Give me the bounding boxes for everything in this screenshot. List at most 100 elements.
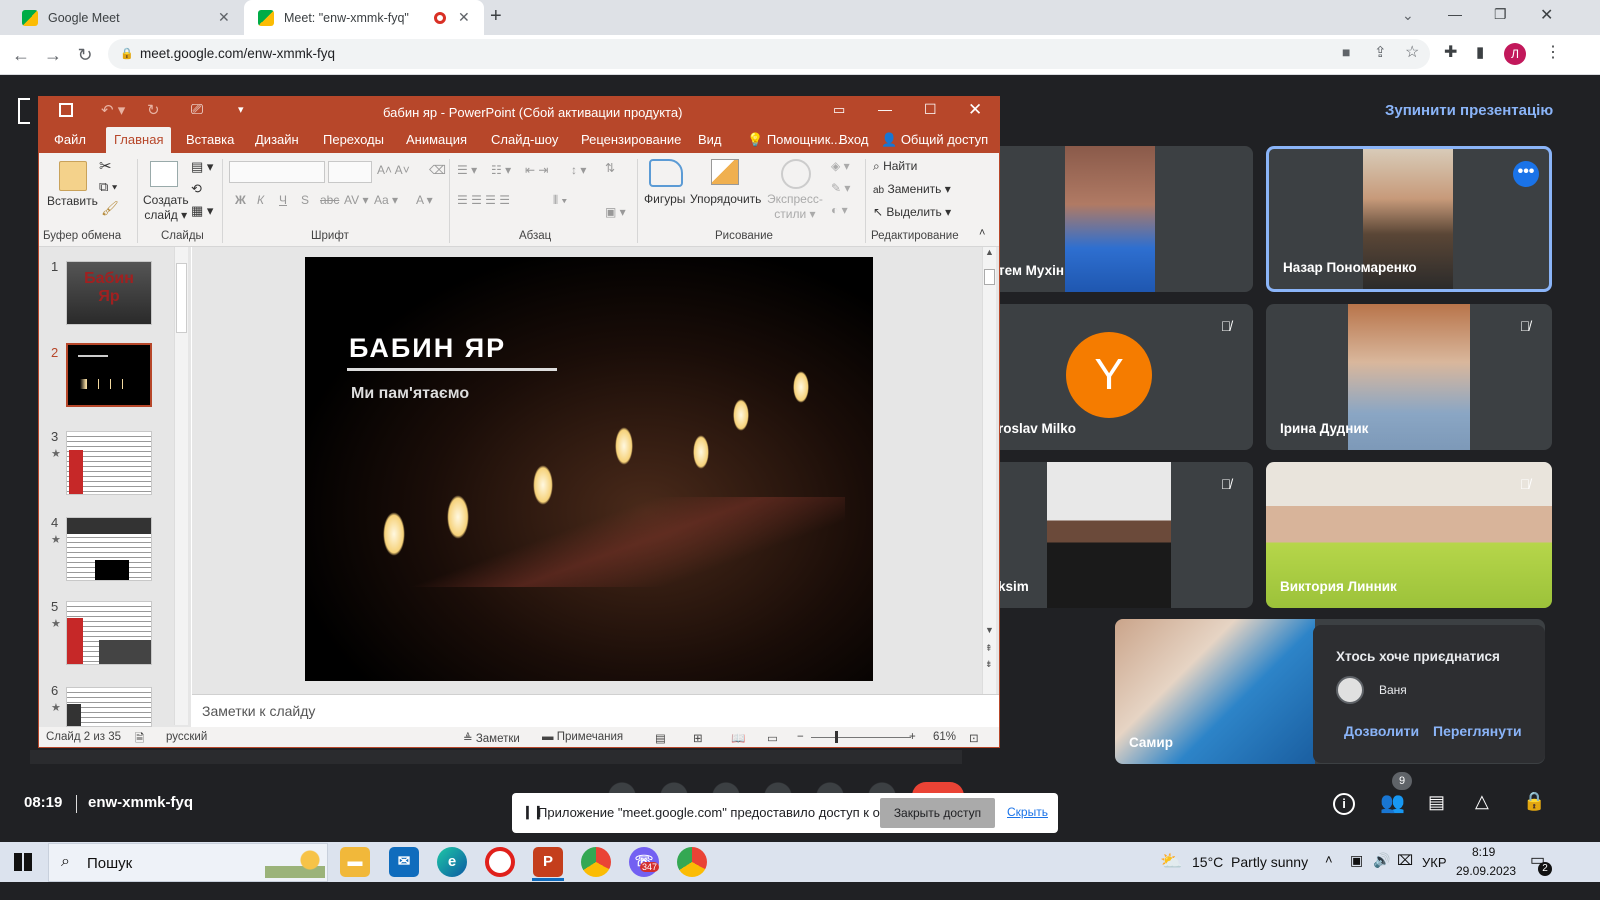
minimize-window-icon[interactable]: — bbox=[1448, 6, 1462, 22]
shape-outline-icon[interactable]: ✎ ▾ bbox=[831, 181, 850, 195]
paste-icon[interactable] bbox=[59, 161, 87, 191]
maximize-icon[interactable]: ☐ bbox=[924, 101, 937, 118]
participant-tile[interactable]: Y 🎙̸ roslav Milko bbox=[990, 304, 1253, 450]
reload-icon[interactable]: ↻ bbox=[74, 44, 96, 66]
mail-icon[interactable]: ✉ bbox=[389, 847, 419, 877]
columns-icon[interactable]: ⫴ ▾ bbox=[553, 193, 567, 208]
volume-icon[interactable]: 🔊 bbox=[1373, 852, 1390, 869]
fit-slide-icon[interactable]: ⊡ bbox=[969, 731, 979, 745]
hide-link[interactable]: Скрыть bbox=[1007, 805, 1048, 819]
slide-thumbnail-selected[interactable] bbox=[66, 343, 152, 407]
side-panel-icon[interactable]: ▮ bbox=[1476, 43, 1484, 61]
tab-file[interactable]: Файл bbox=[46, 127, 94, 153]
profile-avatar[interactable]: Л bbox=[1504, 43, 1526, 65]
select-button[interactable]: ↖ Выделить ▾ bbox=[873, 205, 951, 219]
keyboard-language[interactable]: УКР bbox=[1422, 855, 1447, 870]
shape-effects-icon[interactable]: ◐ ▾ bbox=[831, 203, 848, 217]
reset-icon[interactable]: ⟲ bbox=[191, 181, 202, 197]
new-tab-button[interactable]: + bbox=[490, 5, 502, 28]
minimize-icon[interactable]: — bbox=[878, 101, 892, 117]
new-slide-icon[interactable] bbox=[150, 161, 178, 187]
slideshow-start-icon[interactable]: ⎚ bbox=[191, 101, 203, 118]
grow-font-icon[interactable]: A˄ A˅ bbox=[377, 163, 410, 177]
arrange-icon[interactable] bbox=[711, 159, 739, 185]
zoom-out-icon[interactable]: − bbox=[797, 731, 804, 743]
arrange-button[interactable]: Упорядочить bbox=[690, 192, 761, 206]
powerpoint-taskbar-icon[interactable]: P bbox=[533, 847, 563, 877]
sign-in-button[interactable]: Вход bbox=[831, 127, 876, 153]
language-indicator[interactable]: русский bbox=[166, 731, 207, 743]
close-icon[interactable]: ✕ bbox=[968, 100, 982, 120]
text-direction-icon[interactable]: ⇅ bbox=[605, 161, 615, 175]
restore-window-icon[interactable]: ❐ bbox=[1494, 6, 1507, 23]
reading-view-icon[interactable]: 📖 bbox=[731, 731, 745, 745]
slide-thumbnail[interactable] bbox=[66, 687, 152, 727]
participant-tile[interactable]: 🎙̸ Виктория Линник bbox=[1266, 462, 1552, 608]
meeting-details-icon[interactable]: i bbox=[1333, 793, 1355, 815]
forward-icon[interactable]: → bbox=[42, 44, 64, 66]
weather-text[interactable]: 15°C Partly sunny bbox=[1192, 854, 1308, 870]
zoom-slider[interactable] bbox=[811, 737, 911, 738]
shapes-button[interactable]: Фигуры bbox=[644, 192, 685, 206]
close-tab-icon[interactable]: ✕ bbox=[218, 9, 238, 26]
stop-sharing-button[interactable]: Закрыть доступ bbox=[880, 798, 995, 828]
find-button[interactable]: ⌕ Найти bbox=[873, 159, 917, 174]
clear-format-icon[interactable]: ⌫ bbox=[429, 163, 446, 177]
font-size-dropdown[interactable] bbox=[328, 161, 372, 183]
smartart-icon[interactable]: ▣ ▾ bbox=[605, 205, 626, 219]
quick-styles-icon[interactable] bbox=[781, 159, 811, 189]
numbering-icon[interactable]: ☷ ▾ bbox=[491, 163, 511, 177]
address-bar[interactable]: 🔒 meet.google.com/enw-xmmk-fyq bbox=[108, 39, 1430, 69]
weather-icon[interactable]: ⛅ bbox=[1160, 851, 1182, 872]
slide-sorter-icon[interactable]: ⊞ bbox=[693, 731, 703, 745]
clock-time[interactable]: 8:19 bbox=[1472, 845, 1495, 859]
clock-date[interactable]: 29.09.2023 bbox=[1456, 864, 1516, 878]
slide-thumbnail[interactable]: Бабин Яр bbox=[66, 261, 152, 325]
spellcheck-icon[interactable]: 🗎 bbox=[135, 731, 144, 747]
redo-icon[interactable]: ↻ bbox=[147, 101, 160, 119]
bold-icon[interactable]: Ж bbox=[235, 193, 246, 207]
new-slide-button[interactable]: Создать слайд ▾ bbox=[143, 193, 189, 223]
section-icon[interactable]: ▦ ▾ bbox=[191, 203, 213, 219]
tab-home[interactable]: Главная bbox=[106, 127, 172, 153]
participant-tile-speaking[interactable]: ••• Назар Пономаренко bbox=[1266, 146, 1552, 292]
layout-icon[interactable]: ▤ ▾ bbox=[191, 159, 213, 175]
slide-thumbnail[interactable] bbox=[66, 517, 152, 581]
zoom-level[interactable]: 61% bbox=[933, 731, 956, 743]
close-window-icon[interactable]: ✕ bbox=[1540, 5, 1553, 25]
underline-icon[interactable]: Ч bbox=[279, 193, 287, 207]
save-icon[interactable] bbox=[59, 103, 73, 117]
undo-icon[interactable]: ↶ ▾ bbox=[101, 101, 125, 119]
spacing-icon[interactable]: AV ▾ bbox=[344, 193, 368, 207]
back-icon[interactable]: ← bbox=[10, 44, 32, 66]
zoom-in-icon[interactable]: + bbox=[909, 731, 916, 743]
more-options-icon[interactable]: ••• bbox=[1513, 161, 1539, 187]
copy-icon[interactable]: ⧉ ▾ bbox=[99, 179, 117, 195]
chrome-profile-icon[interactable] bbox=[581, 847, 611, 877]
view-button[interactable]: Переглянути bbox=[1433, 723, 1522, 739]
notes-toggle[interactable]: ≜ Заметки bbox=[463, 731, 520, 745]
extensions-icon[interactable]: ✚ bbox=[1444, 42, 1457, 62]
collapse-ribbon-icon[interactable]: ˄ bbox=[979, 227, 985, 239]
chrome-menu-icon[interactable]: ⋮ bbox=[1545, 42, 1561, 62]
bookmark-star-icon[interactable]: ☆ bbox=[1405, 42, 1419, 62]
tab-slideshow[interactable]: Слайд-шоу bbox=[483, 127, 566, 153]
thumbnails-scrollbar[interactable] bbox=[174, 247, 188, 725]
comments-toggle[interactable]: ▬ Примечания bbox=[542, 731, 623, 743]
tray-overflow-icon[interactable]: ˄ bbox=[1325, 852, 1333, 867]
cut-icon[interactable]: ✂ bbox=[99, 157, 112, 175]
stop-presenting-button[interactable]: Зупинити презентацію bbox=[1385, 102, 1553, 119]
share-button[interactable]: 👤 Общий доступ bbox=[873, 127, 996, 153]
bullets-icon[interactable]: ☰ ▾ bbox=[457, 163, 477, 177]
camera-in-use-icon[interactable]: ■ bbox=[1342, 44, 1350, 60]
italic-icon[interactable]: К bbox=[257, 193, 264, 207]
slide-scrollbar[interactable]: ▲ ▼ ⇞ ⇟ bbox=[982, 247, 996, 694]
tab-design[interactable]: Дизайн bbox=[247, 127, 307, 153]
current-slide[interactable]: БАБИН ЯР Ми пам'ятаємо bbox=[305, 257, 873, 681]
file-explorer-icon[interactable]: ▬ bbox=[340, 847, 370, 877]
slide-thumbnail[interactable] bbox=[66, 431, 152, 495]
tab-google-meet[interactable]: Google Meet ✕ bbox=[8, 0, 244, 35]
shadow-icon[interactable]: S bbox=[301, 193, 309, 207]
allow-button[interactable]: Дозволити bbox=[1344, 723, 1419, 739]
shapes-icon[interactable] bbox=[649, 159, 683, 187]
